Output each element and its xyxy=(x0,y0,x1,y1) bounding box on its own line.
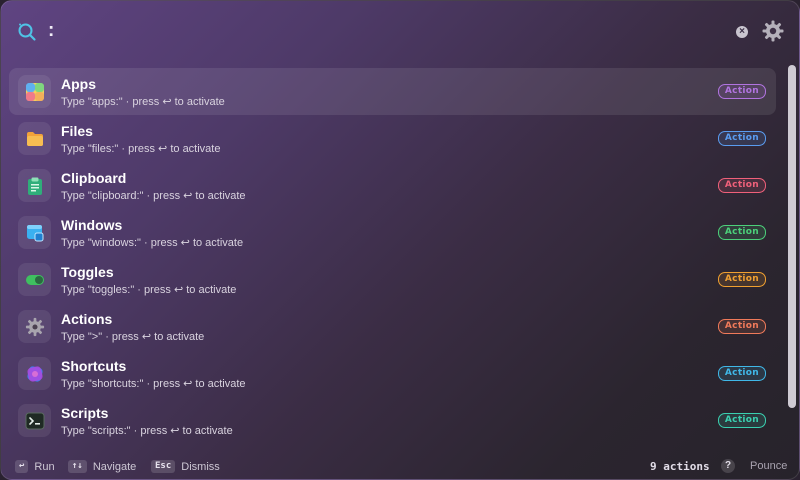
launcher-window: : × Apps Type "apps:" · press ↩ to activ… xyxy=(0,0,800,480)
list-item-windows[interactable]: Windows Type "windows:" · press ↩ to act… xyxy=(9,209,776,256)
list-item-actions[interactable]: Actions Type ">" · press ↩ to activate A… xyxy=(9,303,776,350)
footer-dismiss: Esc Dismiss xyxy=(151,460,220,473)
footer-navigate: ↑↓ Navigate xyxy=(68,460,136,473)
settings-button[interactable] xyxy=(762,20,784,42)
action-badge: Action xyxy=(717,272,766,287)
item-title: Shortcuts xyxy=(61,358,127,374)
item-title: Toggles xyxy=(61,264,114,280)
search-bar: : × xyxy=(1,1,799,63)
windows-icon xyxy=(18,216,51,249)
clear-search-button[interactable]: × xyxy=(736,26,748,38)
footer-bar: ↩ Run ↑↓ Navigate Esc Dismiss 9 actions … xyxy=(1,456,799,478)
result-count: 9 actions xyxy=(650,460,710,473)
list-item-scripts[interactable]: Scripts Type "scripts:" · press ↩ to act… xyxy=(9,397,776,444)
item-hint: Type "shortcuts:" · press ↩ to activate xyxy=(61,378,246,390)
navigate-label: Navigate xyxy=(92,460,137,473)
search-input[interactable]: : xyxy=(48,20,54,42)
action-badge: Action xyxy=(717,225,766,240)
toggle-icon xyxy=(18,263,51,296)
item-title: Clipboard xyxy=(61,170,127,186)
item-hint: Type "windows:" · press ↩ to activate xyxy=(61,237,244,249)
item-hint: Type "scripts:" · press ↩ to activate xyxy=(61,425,233,437)
gear-icon xyxy=(762,20,784,42)
gear-icon xyxy=(18,310,51,343)
item-hint: Type ">" · press ↩ to activate xyxy=(61,331,205,343)
dismiss-label: Dismiss xyxy=(181,460,220,473)
folder-icon xyxy=(18,122,51,155)
shortcuts-icon xyxy=(18,357,51,390)
terminal-icon xyxy=(18,404,51,437)
item-hint: Type "apps:" · press ↩ to activate xyxy=(61,96,225,108)
action-badge: Action xyxy=(717,413,766,428)
action-badge: Action xyxy=(717,178,766,193)
action-badge: Action xyxy=(717,131,766,146)
item-hint: Type "files:" · press ↩ to activate xyxy=(61,143,221,155)
list-item-shortcuts[interactable]: Shortcuts Type "shortcuts:" · press ↩ to… xyxy=(9,350,776,397)
list-item-apps[interactable]: Apps Type "apps:" · press ↩ to activate … xyxy=(9,68,776,115)
action-badge: Action xyxy=(717,84,766,99)
brand-name: Pounce xyxy=(750,460,788,472)
apps-icon xyxy=(18,75,51,108)
item-title: Actions xyxy=(61,311,113,327)
item-title: Files xyxy=(61,123,93,139)
run-label: Run xyxy=(34,460,55,473)
results-list: Apps Type "apps:" · press ↩ to activate … xyxy=(9,68,776,444)
list-item-clipboard[interactable]: Clipboard Type "clipboard:" · press ↩ to… xyxy=(9,162,776,209)
arrow-keys-icon: ↑↓ xyxy=(68,460,87,473)
footer-run: ↩ Run xyxy=(15,460,55,473)
action-badge: Action xyxy=(717,319,766,334)
item-hint: Type "toggles:" · press ↩ to activate xyxy=(61,284,237,296)
esc-key-icon: Esc xyxy=(151,460,176,473)
help-button[interactable]: ? xyxy=(721,459,735,473)
action-badge: Action xyxy=(717,366,766,381)
scrollbar-thumb[interactable] xyxy=(788,65,796,408)
item-hint: Type "clipboard:" · press ↩ to activate xyxy=(61,190,246,202)
search-icon xyxy=(17,22,37,42)
item-title: Scripts xyxy=(61,405,109,421)
return-key-icon: ↩ xyxy=(15,460,29,473)
clipboard-icon xyxy=(18,169,51,202)
list-item-files[interactable]: Files Type "files:" · press ↩ to activat… xyxy=(9,115,776,162)
scrollbar[interactable] xyxy=(785,65,799,450)
item-title: Apps xyxy=(61,76,96,92)
item-title: Windows xyxy=(61,217,123,233)
list-item-toggles[interactable]: Toggles Type "toggles:" · press ↩ to act… xyxy=(9,256,776,303)
